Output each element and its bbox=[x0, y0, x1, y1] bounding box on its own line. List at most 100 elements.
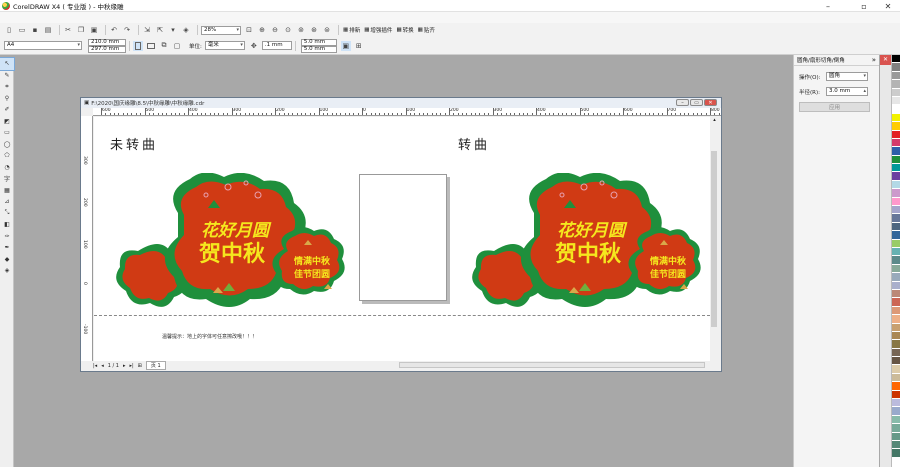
blend-tool-icon[interactable]: ◧ bbox=[0, 219, 14, 231]
current-page-icon[interactable]: ▢ bbox=[172, 41, 182, 51]
color-swatch[interactable] bbox=[892, 155, 900, 165]
color-swatch[interactable] bbox=[892, 214, 900, 223]
color-swatch[interactable] bbox=[892, 382, 900, 391]
color-swatch[interactable] bbox=[892, 147, 900, 156]
import-icon[interactable]: ⇲ bbox=[142, 25, 152, 35]
app-launcher-icon[interactable]: ▾ bbox=[168, 25, 178, 35]
apply-button[interactable]: 应用 bbox=[799, 102, 870, 112]
doc-minimize-button[interactable]: – bbox=[676, 99, 689, 106]
color-swatch[interactable] bbox=[892, 164, 900, 173]
horizontal-ruler[interactable]: 600 500 400 300 200 100 0 100 200 300 400 500 600 700… bbox=[93, 108, 721, 116]
export-icon[interactable]: ⇱ bbox=[155, 25, 165, 35]
duplicate-x-field[interactable]: 5.0 mm bbox=[300, 38, 337, 46]
color-swatch[interactable] bbox=[892, 197, 900, 207]
vertical-ruler[interactable]: 300 200 100 0 -100 bbox=[81, 116, 93, 361]
docker-close-icon[interactable]: ✕ bbox=[880, 55, 891, 65]
save-icon[interactable]: ▪ bbox=[30, 25, 40, 35]
fill-tool-icon[interactable]: ◆ bbox=[0, 254, 14, 266]
cut-icon[interactable]: ✂ bbox=[63, 25, 73, 35]
blank-page[interactable] bbox=[359, 174, 447, 301]
corel-online-icon[interactable]: ◈ bbox=[181, 25, 191, 35]
color-swatch[interactable] bbox=[892, 424, 900, 433]
color-swatch[interactable] bbox=[892, 306, 900, 316]
zoom-tool-icon[interactable]: ⚲ bbox=[0, 93, 14, 105]
dimension-tool-icon[interactable]: ⊿ bbox=[0, 196, 14, 208]
color-swatch[interactable] bbox=[892, 96, 900, 106]
pick-tool-icon[interactable]: ↖ bbox=[0, 57, 15, 71]
connector-tool-icon[interactable]: ⤡ bbox=[0, 208, 14, 220]
convert-button[interactable]: ▦ 转换 bbox=[396, 26, 413, 34]
color-swatch[interactable] bbox=[892, 323, 900, 332]
undo-icon[interactable]: ↶ bbox=[109, 25, 119, 35]
color-swatch[interactable] bbox=[892, 340, 900, 349]
freehand-tool-icon[interactable]: ✐ bbox=[0, 104, 14, 116]
color-swatch[interactable] bbox=[892, 331, 900, 341]
color-swatch[interactable] bbox=[892, 415, 900, 425]
maximize-button[interactable]: ▫ bbox=[852, 0, 876, 12]
draw-objects-icon[interactable]: ⊞ bbox=[354, 41, 364, 51]
color-swatch[interactable] bbox=[892, 172, 900, 181]
close-button[interactable]: ✕ bbox=[876, 0, 900, 12]
plugin-button[interactable]: ▦ 增强插件 bbox=[364, 26, 392, 34]
open-icon[interactable]: ▭ bbox=[17, 25, 27, 35]
portrait-icon[interactable] bbox=[133, 40, 143, 51]
basic-shapes-icon[interactable]: ◔ bbox=[0, 162, 14, 174]
doc-restore-button[interactable]: ▭ bbox=[690, 99, 703, 106]
color-swatch[interactable] bbox=[892, 365, 900, 374]
color-swatch[interactable] bbox=[892, 189, 900, 198]
color-swatch[interactable] bbox=[892, 440, 900, 450]
color-swatch[interactable] bbox=[892, 399, 900, 408]
next-page-icon[interactable]: ▸ bbox=[123, 363, 126, 369]
color-swatch[interactable] bbox=[892, 247, 900, 257]
all-pages-icon[interactable]: ⧉ bbox=[159, 41, 169, 51]
page-width-field[interactable]: 210.0 mm bbox=[88, 38, 126, 46]
color-swatch[interactable] bbox=[892, 88, 900, 97]
color-swatch[interactable] bbox=[892, 55, 900, 64]
zoom-width-icon[interactable]: ⊜ bbox=[322, 25, 332, 35]
color-swatch[interactable] bbox=[892, 113, 900, 123]
color-swatch[interactable] bbox=[892, 105, 900, 114]
color-swatch[interactable] bbox=[892, 357, 900, 366]
fullscreen-icon[interactable]: ⊡ bbox=[244, 25, 254, 35]
doc-close-button[interactable]: ✕ bbox=[704, 99, 717, 106]
outline-tool-icon[interactable]: ✒ bbox=[0, 242, 14, 254]
sign-converted[interactable]: 花好月圆 贺中秋 情满中秋 佳节团圆 bbox=[464, 173, 710, 313]
paste-icon[interactable]: ▣ bbox=[89, 25, 99, 35]
color-swatch[interactable] bbox=[892, 432, 900, 441]
color-swatch[interactable] bbox=[892, 264, 900, 274]
units-select[interactable]: 毫米 ▾ bbox=[204, 41, 245, 50]
color-swatch[interactable] bbox=[892, 122, 900, 131]
color-swatch[interactable] bbox=[892, 138, 900, 148]
copy-icon[interactable]: ❐ bbox=[76, 25, 86, 35]
color-swatch[interactable] bbox=[892, 315, 900, 324]
radius-field[interactable]: 3.0 mm ▴ bbox=[826, 87, 868, 96]
zoom-all-icon[interactable]: ⊚ bbox=[296, 25, 306, 35]
color-swatch[interactable] bbox=[892, 130, 900, 139]
vertical-scrollbar[interactable]: ▴ bbox=[710, 117, 719, 361]
table-tool-icon[interactable]: ▦ bbox=[0, 185, 14, 197]
last-page-icon[interactable]: ▸| bbox=[129, 363, 133, 369]
zoom-selected-icon[interactable]: ⊙ bbox=[283, 25, 293, 35]
vertical-scroll-thumb[interactable] bbox=[711, 151, 717, 327]
rectangle-tool-icon[interactable]: ▭ bbox=[0, 127, 14, 139]
redo-icon[interactable]: ↷ bbox=[122, 25, 132, 35]
color-swatch[interactable] bbox=[892, 63, 900, 72]
color-swatch[interactable] bbox=[892, 80, 900, 89]
zoom-in-icon[interactable]: ⊕ bbox=[257, 25, 267, 35]
smart-fill-icon[interactable]: ◩ bbox=[0, 116, 14, 128]
color-swatch[interactable] bbox=[892, 449, 900, 458]
print-icon[interactable]: ▤ bbox=[43, 25, 53, 35]
color-swatch[interactable] bbox=[892, 289, 900, 299]
color-swatch[interactable] bbox=[892, 281, 900, 290]
scroll-up-icon[interactable]: ▴ bbox=[710, 117, 719, 123]
color-swatch[interactable] bbox=[892, 273, 900, 282]
color-swatch[interactable] bbox=[892, 222, 900, 232]
color-swatch[interactable] bbox=[892, 348, 900, 358]
docker-expand-icon[interactable]: » bbox=[872, 56, 876, 64]
horizontal-scrollbar[interactable] bbox=[399, 362, 705, 368]
color-swatch[interactable] bbox=[892, 390, 900, 400]
eyedropper-tool-icon[interactable]: ✑ bbox=[0, 231, 14, 243]
duplicate-y-field[interactable]: 5.0 mm bbox=[300, 45, 337, 53]
snap-button[interactable]: ▦ 贴齐 bbox=[418, 26, 435, 34]
color-swatch[interactable] bbox=[892, 71, 900, 81]
